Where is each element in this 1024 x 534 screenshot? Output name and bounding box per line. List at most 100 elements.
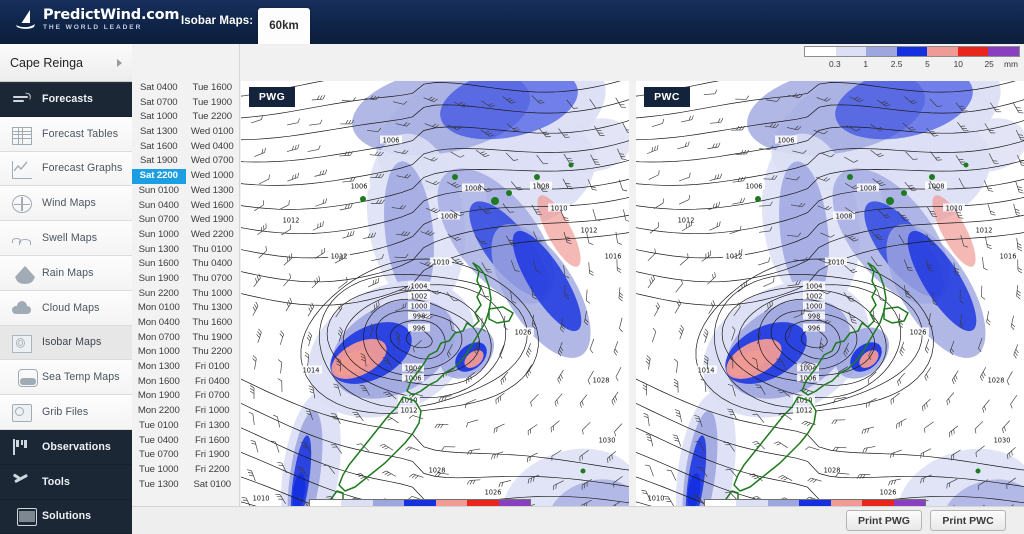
svg-text:1008: 1008 — [928, 183, 945, 191]
raindrop-icon — [15, 265, 35, 284]
timestep-cell[interactable]: Sat 0700 — [132, 96, 186, 111]
timestep-cell[interactable]: Mon 1000 — [132, 345, 186, 360]
svg-text:1028: 1028 — [988, 377, 1005, 385]
timestep-cell[interactable]: Mon 1600 — [132, 375, 186, 390]
timestep-cell[interactable]: Fri 1600 — [186, 434, 240, 449]
timestep-cell[interactable]: Tue 1900 — [186, 96, 240, 111]
legend-tick-label: 1 — [863, 59, 869, 69]
predictwind-logo[interactable]: PredictWind.com THE WORLD LEADER — [14, 8, 180, 32]
timestep-cell[interactable]: Sat 0400 — [132, 81, 186, 96]
sidebar-item-swell-maps[interactable]: Swell Maps — [0, 221, 132, 256]
timestep-cell[interactable]: Thu 1000 — [186, 287, 240, 302]
sidebar-item-forecast-graphs[interactable]: Forecast Graphs — [0, 151, 132, 187]
timestep-cell[interactable]: Fri 0100 — [186, 360, 240, 375]
thermometer-icon — [18, 369, 38, 388]
timestep-cell[interactable]: Thu 1600 — [186, 316, 240, 331]
sidebar-nav: Forecasts Forecast Tables Forecast Graphs W… — [0, 82, 132, 534]
timestep-cell[interactable]: Wed 1900 — [186, 213, 240, 228]
timestep-cell[interactable]: Fri 1900 — [186, 448, 240, 463]
timestep-cell[interactable]: Tue 0100 — [132, 419, 186, 434]
timestep-cell[interactable]: Sun 1000 — [132, 228, 186, 243]
svg-text:1026: 1026 — [515, 329, 532, 337]
timestep-cell[interactable]: Thu 2200 — [186, 345, 240, 360]
svg-text:996: 996 — [413, 325, 426, 333]
sidebar-item-label: Observations — [42, 440, 111, 453]
sidebar-item-forecast-tables[interactable]: Forecast Tables — [0, 116, 132, 152]
sidebar-item-isobar-maps[interactable]: Isobar Maps — [0, 325, 132, 361]
print-pwc-button[interactable]: Print PWC — [930, 510, 1006, 531]
legend-tick-label: 0.3 — [829, 59, 841, 69]
svg-text:1012: 1012 — [581, 227, 598, 235]
timestep-cell[interactable]: Fri 1300 — [186, 419, 240, 434]
sidebar-item-sea-temp-maps[interactable]: Sea Temp Maps — [0, 360, 132, 396]
sidebar-item-observations[interactable]: Observations — [0, 429, 132, 465]
timestep-cell[interactable]: Wed 0400 — [186, 140, 240, 155]
timestep-cell[interactable]: Sat 2200 — [132, 169, 186, 184]
timestep-cell[interactable]: Wed 2200 — [186, 228, 240, 243]
timestep-cell[interactable]: Sun 0700 — [132, 213, 186, 228]
timestep-cell[interactable]: Fri 0400 — [186, 375, 240, 390]
timestep-cell[interactable]: Sat 1000 — [132, 110, 186, 125]
sidebar-item-tools[interactable]: Tools — [0, 464, 132, 500]
left-sidebar: Cape Reinga Forecasts Forecast Tables Fore… — [0, 44, 132, 534]
timestep-cell[interactable]: Wed 1600 — [186, 199, 240, 214]
timestep-cell[interactable]: Mon 0700 — [132, 331, 186, 346]
sidebar-item-wind-maps[interactable]: Wind Maps — [0, 186, 132, 222]
sidebar-item-forecasts[interactable]: Forecasts — [0, 82, 132, 117]
timestep-cell[interactable]: Mon 1900 — [132, 389, 186, 404]
timestep-cell[interactable]: Tue 0700 — [132, 448, 186, 463]
timestep-cell[interactable]: Mon 1300 — [132, 360, 186, 375]
map-pwg-badge: PWG — [249, 87, 295, 107]
timestep-cell[interactable]: Sat 1300 — [132, 125, 186, 140]
timestep-cell[interactable]: Sun 0100 — [132, 184, 186, 199]
timestep-cell[interactable]: Thu 0700 — [186, 272, 240, 287]
svg-text:1004: 1004 — [806, 283, 823, 291]
timestep-cell[interactable]: Thu 0100 — [186, 243, 240, 258]
sidebar-item-grib-files[interactable]: Grib Files — [0, 395, 132, 430]
sidebar-item-rain-maps[interactable]: Rain Maps — [0, 255, 132, 291]
timestep-cell[interactable]: Sat 0100 — [186, 478, 240, 493]
svg-text:1000: 1000 — [806, 303, 823, 311]
svg-text:1014: 1014 — [303, 367, 320, 375]
timestep-cell[interactable]: Mon 2200 — [132, 404, 186, 419]
print-pwg-button[interactable]: Print PWG — [846, 510, 922, 531]
timestep-cell[interactable]: Mon 0100 — [132, 301, 186, 316]
timestep-cell[interactable]: Tue 1300 — [132, 478, 186, 493]
sidebar-item-label: Isobar Maps — [42, 336, 102, 349]
location-selector[interactable]: Cape Reinga — [0, 44, 132, 82]
timestep-cell[interactable]: Tue 1000 — [132, 463, 186, 478]
map-pwc[interactable]: 996 998 1000 1002 1004 1004 1006 1010 1012 1012 10… — [636, 81, 1024, 533]
timestep-cell[interactable]: Fri 2200 — [186, 463, 240, 478]
timestep-cell[interactable]: Thu 1300 — [186, 301, 240, 316]
tab-60km[interactable]: 60km — [258, 8, 310, 44]
timestep-cell[interactable]: Sun 0400 — [132, 199, 186, 214]
timestep-cell[interactable]: Sun 2200 — [132, 287, 186, 302]
timestep-cell[interactable]: Thu 1900 — [186, 331, 240, 346]
sidebar-item-label: Solutions — [42, 510, 92, 523]
timestep-cell[interactable]: Sun 1300 — [132, 243, 186, 258]
timestep-cell[interactable]: Tue 0400 — [132, 434, 186, 449]
svg-text:1010: 1010 — [946, 205, 963, 213]
timestep-cell[interactable]: Sun 1600 — [132, 257, 186, 272]
timestep-cell[interactable]: Wed 0100 — [186, 125, 240, 140]
sidebar-item-cloud-maps[interactable]: Cloud Maps — [0, 290, 132, 326]
timestep-cell[interactable]: Sat 1600 — [132, 140, 186, 155]
timestep-cell[interactable]: Thu 0400 — [186, 257, 240, 272]
legend-tick-label: 25 — [984, 59, 994, 69]
timestep-cell[interactable]: Fri 0700 — [186, 389, 240, 404]
timestep-cell[interactable]: Sat 1900 — [132, 154, 186, 169]
timestep-cell[interactable]: Mon 0400 — [132, 316, 186, 331]
legend-tick-label: 10 — [953, 59, 963, 69]
timestep-cell[interactable]: Tue 2200 — [186, 110, 240, 125]
timestep-cell[interactable]: Tue 1600 — [186, 81, 240, 96]
svg-text:1010: 1010 — [551, 205, 568, 213]
timestep-cell[interactable]: Wed 0700 — [186, 154, 240, 169]
timestep-cell[interactable]: Fri 1000 — [186, 404, 240, 419]
legend-unit: mm — [1004, 59, 1018, 69]
svg-text:996: 996 — [808, 325, 821, 333]
timestep-cell[interactable]: Wed 1000 — [186, 169, 240, 184]
timestep-cell[interactable]: Wed 1300 — [186, 184, 240, 199]
map-pwg[interactable]: 996 998 1000 1002 1004 1004 1006 1010 1012 1012 10… — [241, 81, 629, 533]
timestep-cell[interactable]: Sun 1900 — [132, 272, 186, 287]
sidebar-item-solutions[interactable]: Solutions — [0, 499, 132, 534]
